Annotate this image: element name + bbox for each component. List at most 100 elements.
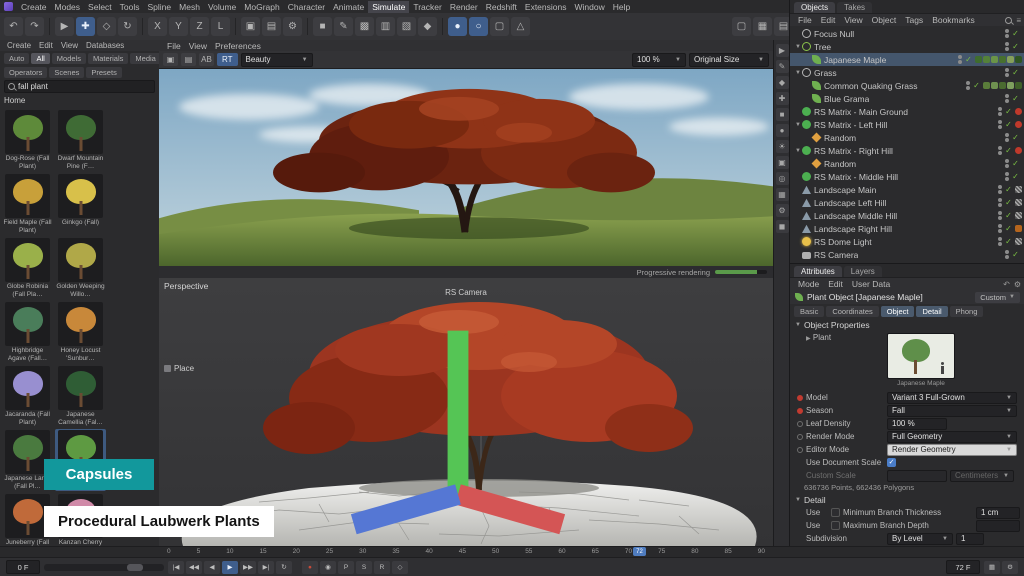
object-row[interactable]: RS Camera✓ [790,248,1024,261]
attribute-tab-detail[interactable]: Detail [916,306,947,317]
render-view-menu-view[interactable]: View [185,40,211,52]
asset-search-input[interactable]: fall plant [4,80,155,93]
cloth-icon[interactable]: ▢ [490,17,509,36]
render-mode-select[interactable]: Full Geometry▼ [887,431,1017,443]
custom-preset-button[interactable]: Custom▼ [975,292,1020,303]
y-axis-lock-icon[interactable]: Y [169,17,188,36]
unit-select[interactable]: Centimeters▼ [950,470,1014,482]
render-picture-viewer-icon[interactable]: ▤ [262,17,281,36]
max-branch-depth-field[interactable] [976,520,1020,532]
material-tag-icon[interactable] [983,82,990,89]
object-row[interactable]: Common Quaking Grass✓ [790,79,1024,92]
enable-check-icon[interactable]: ✓ [1011,42,1020,51]
use-min-branch-checkbox[interactable] [831,508,840,517]
primitive-cube-icon[interactable]: ■ [313,17,332,36]
asset-subtab-presets[interactable]: Presets [86,67,121,78]
object-row[interactable]: Landscape Left Hill✓ [790,196,1024,209]
rt-toggle-button[interactable]: RT [217,53,238,66]
pen-icon[interactable]: ✎ [776,60,789,73]
plant-item[interactable]: Japanese Camellia (Fal… [55,365,106,427]
menu-mesh[interactable]: Mesh [175,1,204,13]
expand-caret[interactable]: ▼ [794,148,802,154]
panel-tab-objects[interactable]: Objects [794,2,835,13]
season-select[interactable]: Fall▼ [887,405,1017,417]
slider-handle[interactable] [127,564,143,571]
attribute-menu-mode[interactable]: Mode [794,278,823,290]
object-menu-file[interactable]: File [794,14,816,26]
use-max-branch-checkbox[interactable] [831,521,840,530]
panel-tab-attributes[interactable]: Attributes [794,266,842,277]
goto-end-button[interactable]: ▶| [258,561,274,574]
ab-compare-icon[interactable]: AB [199,53,214,66]
menu-modes[interactable]: Modes [51,1,85,13]
object-row[interactable]: Blue Grama✓ [790,92,1024,105]
enable-check-icon[interactable]: ✓ [972,81,981,90]
material-tag-icon[interactable] [991,56,998,63]
object-menu-tags[interactable]: Tags [901,14,927,26]
material-override-tag-icon[interactable] [1015,108,1022,115]
keyframe-dot[interactable] [797,434,803,440]
asset-subtab-scenes[interactable]: Scenes [49,67,84,78]
visibility-dots[interactable] [1005,29,1009,38]
gear-icon[interactable]: ⚙ [1002,561,1018,574]
search-icon[interactable] [1005,17,1012,24]
material-override-tag-icon[interactable] [1015,121,1022,128]
plant-item[interactable]: Dog-Rose (Fall Plant) [2,109,53,171]
keyframe-dot[interactable] [797,395,803,401]
menu-character[interactable]: Character [284,1,329,13]
spline-pen-icon[interactable]: ✎ [334,17,353,36]
visibility-dots[interactable] [998,198,1002,207]
asset-menu-view[interactable]: View [58,40,81,52]
material-tag-icon[interactable] [975,56,982,63]
object-row[interactable]: Landscape Middle Hill✓ [790,209,1024,222]
expand-caret[interactable]: ▼ [794,44,802,50]
menu-render[interactable]: Render [446,1,482,13]
asset-menu-databases[interactable]: Databases [83,40,127,52]
timeline-playhead[interactable]: 72 [633,547,646,556]
move-tool-icon[interactable]: ✚ [76,17,95,36]
object-row[interactable]: Landscape Main✓ [790,183,1024,196]
render-view-menu-file[interactable]: File [163,40,185,52]
object-row[interactable]: Focus Null✓ [790,27,1024,40]
lock-icon[interactable]: ◼ [776,220,789,233]
enable-check-icon[interactable]: ✓ [1004,237,1013,246]
undo-icon[interactable]: ↶ [4,17,23,36]
plant-item[interactable]: Honey Locust 'Sunbur… [55,301,106,363]
record-parameter-button[interactable]: ◇ [392,561,408,574]
goto-start-button[interactable]: |◀ [168,561,184,574]
enable-check-icon[interactable]: ✓ [1004,146,1013,155]
visibility-dots[interactable] [998,146,1002,155]
visibility-dots[interactable] [998,120,1002,129]
material-tag-icon[interactable] [1015,225,1022,232]
cinema4d-logo-icon[interactable] [4,2,13,11]
material-override-tag-icon[interactable] [1015,147,1022,154]
gear-icon[interactable]: ⚙ [776,204,789,217]
pointer-icon[interactable]: ▶ [776,44,789,57]
menu-create[interactable]: Create [17,1,51,13]
enable-check-icon[interactable]: ✓ [1011,68,1020,77]
visibility-dots[interactable] [1005,68,1009,77]
plant-item[interactable]: Globe Robinia (Fall Pla… [2,237,53,299]
mograph-icon[interactable]: ▧ [397,17,416,36]
sphere-icon[interactable]: ● [776,124,789,137]
chevron-right-icon[interactable]: ▶ [806,336,811,342]
object-row[interactable]: ▼Tree✓ [790,40,1024,53]
next-frame-button[interactable]: ▶▶ [240,561,256,574]
simulation-icon[interactable]: ● [448,17,467,36]
object-row[interactable]: ▼RS Matrix - Left Hill✓ [790,118,1024,131]
enable-check-icon[interactable]: ✓ [1011,133,1020,142]
visibility-dots[interactable] [1005,133,1009,142]
menu-simulate[interactable]: Simulate [368,1,409,13]
plant-item[interactable]: Highbridge Agave (Fall… [2,301,53,363]
render-view-menu-preferences[interactable]: Preferences [211,40,265,52]
plant-item[interactable]: Golden Weeping Willo… [55,237,106,299]
record-position-button[interactable]: P [338,561,354,574]
panel-tab-takes[interactable]: Takes [837,2,872,13]
render-view-icon[interactable]: ▣ [241,17,260,36]
menu-help[interactable]: Help [609,1,634,13]
menu-extensions[interactable]: Extensions [521,1,571,13]
plant-item[interactable]: Ginkgo (Fall) [55,173,106,235]
object-row[interactable]: RS Matrix - Main Ground✓ [790,105,1024,118]
select-tool-icon[interactable]: ▶ [55,17,74,36]
texture-tag-icon[interactable] [1015,212,1022,219]
